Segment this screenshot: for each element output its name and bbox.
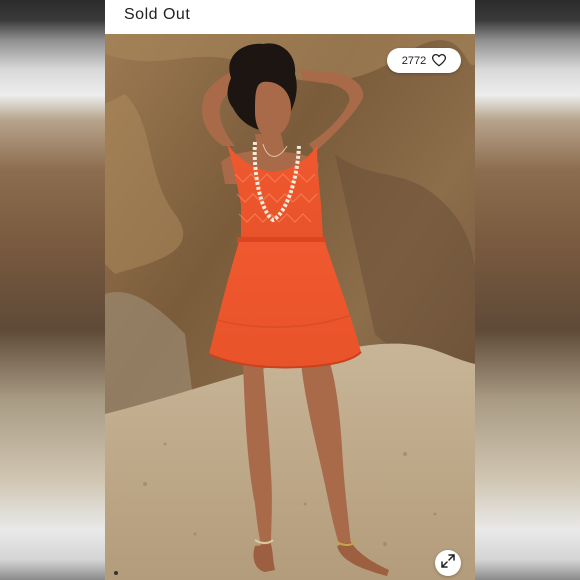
product-photo-illustration bbox=[105, 34, 475, 580]
like-button[interactable]: 2772 bbox=[387, 48, 461, 73]
sold-out-label: Sold Out bbox=[124, 6, 191, 23]
expand-arrows-icon bbox=[441, 553, 455, 573]
status-bar: Sold Out bbox=[105, 0, 475, 34]
listing-image-viewer: Sold Out 2772 bbox=[105, 0, 475, 580]
product-photo[interactable] bbox=[105, 34, 475, 580]
heart-outline-icon bbox=[432, 54, 447, 67]
like-count: 2772 bbox=[401, 54, 427, 67]
carousel-dot bbox=[114, 571, 118, 575]
expand-image-button[interactable] bbox=[435, 550, 461, 576]
